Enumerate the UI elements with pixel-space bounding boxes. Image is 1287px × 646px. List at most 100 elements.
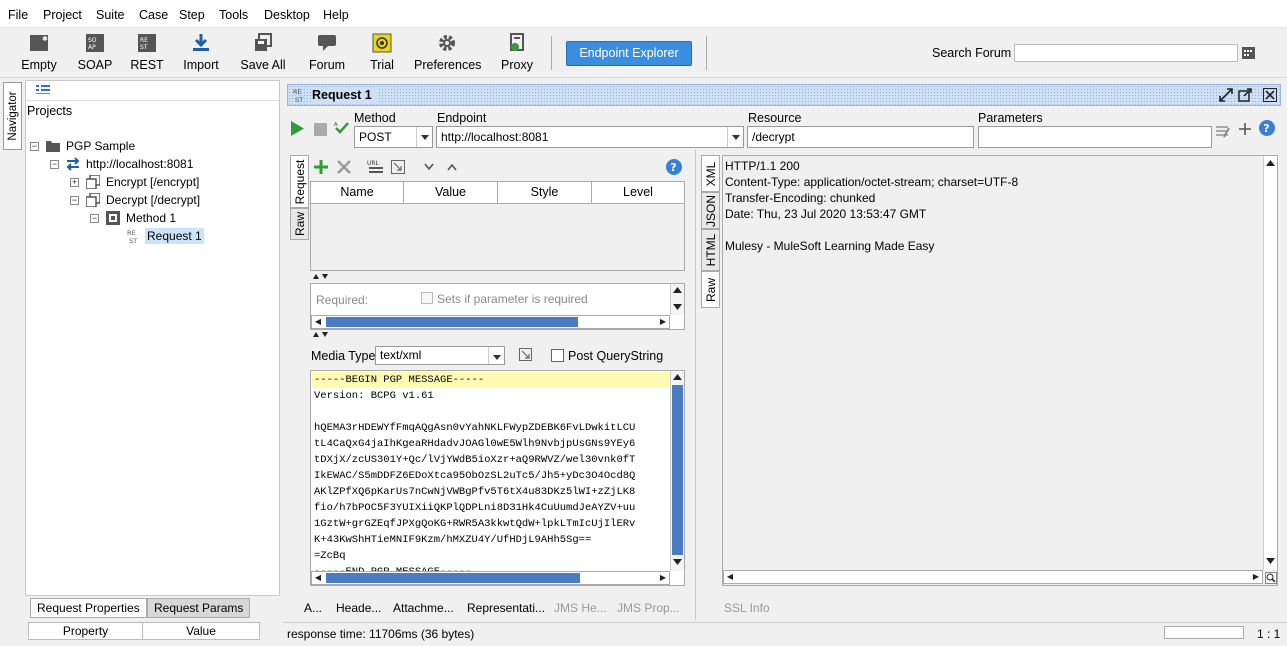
maximize-icon[interactable]: [1238, 88, 1252, 102]
soap-button[interactable]: SO AP SOAP: [74, 28, 116, 76]
pane-splitter[interactable]: [695, 150, 696, 620]
tab-auth[interactable]: A...: [304, 601, 322, 615]
level-column-header[interactable]: Level: [592, 182, 684, 204]
horizontal-scrollbar[interactable]: ◀ ▶: [311, 315, 670, 329]
help-icon[interactable]: ?: [665, 158, 683, 176]
endpoint-select[interactable]: http://localhost:8081: [436, 126, 744, 148]
scroll-left-icon[interactable]: ◀: [312, 572, 324, 584]
response-viewer[interactable]: HTTP/1.1 200 Content-Type: application/oc…: [722, 155, 1278, 586]
stop-icon[interactable]: [314, 123, 327, 136]
copy-params-icon[interactable]: [391, 160, 405, 174]
run-icon[interactable]: [291, 121, 304, 136]
post-querystring-label: Post QueryString: [568, 349, 664, 363]
scroll-left-icon[interactable]: ◀: [312, 316, 324, 328]
save-all-button[interactable]: Save All: [240, 28, 286, 76]
parameters-edit-icon[interactable]: [1216, 124, 1230, 138]
expand-toggle[interactable]: +: [70, 178, 79, 187]
tab-ssl-info[interactable]: SSL Info: [724, 601, 770, 615]
scroll-down-icon[interactable]: [673, 559, 682, 565]
forum-button[interactable]: Forum: [306, 28, 348, 76]
tab-jms-headers[interactable]: JMS He...: [554, 601, 607, 615]
vertical-scrollbar[interactable]: [670, 371, 684, 571]
resource-input[interactable]: /decrypt: [747, 126, 974, 148]
tab-attachments[interactable]: Attachme...: [393, 601, 454, 615]
value-column-header[interactable]: Value: [404, 182, 498, 204]
tab-request-params[interactable]: Request Params: [147, 598, 251, 618]
value-column-header[interactable]: Value: [142, 622, 260, 640]
scroll-up-icon[interactable]: [673, 374, 682, 380]
method-select[interactable]: POST: [354, 126, 433, 148]
tab-request-raw[interactable]: Raw: [290, 208, 309, 240]
add-parameter-icon[interactable]: [1238, 122, 1252, 136]
preferences-button[interactable]: Preferences: [414, 28, 481, 76]
move-up-icon[interactable]: [447, 163, 457, 171]
parameters-input[interactable]: [978, 126, 1212, 148]
empty-button[interactable]: ✱ Empty: [18, 28, 60, 76]
scroll-down-icon[interactable]: [673, 304, 682, 310]
collapse-toggle[interactable]: −: [30, 142, 39, 151]
format-icon[interactable]: [519, 348, 532, 361]
menu-file[interactable]: File: [8, 8, 28, 22]
search-calendar-icon[interactable]: [1242, 46, 1255, 59]
menu-help[interactable]: Help: [323, 8, 349, 22]
tab-jms-properties[interactable]: JMS Prop...: [617, 601, 680, 615]
proxy-button[interactable]: Proxy: [498, 28, 536, 76]
tab-request[interactable]: Request: [290, 155, 309, 208]
tab-representations[interactable]: Representati...: [467, 601, 545, 615]
menu-case[interactable]: Case: [139, 8, 168, 22]
scroll-right-icon[interactable]: ▶: [657, 572, 669, 584]
trial-button[interactable]: Trial: [364, 28, 400, 76]
scroll-right-icon[interactable]: ▶: [1250, 571, 1262, 583]
scroll-thumb[interactable]: [672, 385, 683, 555]
navigator-tab[interactable]: Navigator: [3, 82, 22, 150]
vertical-scrollbar[interactable]: [1263, 156, 1277, 570]
zoom-icon[interactable]: [1265, 572, 1277, 584]
move-down-icon[interactable]: [424, 163, 434, 171]
add-param-icon[interactable]: [314, 160, 328, 174]
tab-response-xml[interactable]: XML: [701, 155, 720, 192]
scroll-thumb[interactable]: [326, 317, 578, 327]
post-querystring-checkbox[interactable]: [551, 349, 564, 362]
list-view-icon[interactable]: [36, 84, 50, 96]
style-column-header[interactable]: Style: [498, 182, 592, 204]
scroll-right-icon[interactable]: ▶: [657, 316, 669, 328]
collapse-toggle[interactable]: −: [50, 160, 59, 169]
menu-desktop[interactable]: Desktop: [264, 8, 310, 22]
menu-step[interactable]: Step: [179, 8, 205, 22]
tab-response-raw[interactable]: Raw: [701, 271, 720, 308]
menu-tools[interactable]: Tools: [219, 8, 248, 22]
rest-button[interactable]: RE ST REST: [128, 28, 166, 76]
horizontal-scrollbar[interactable]: ◀ ▶: [311, 571, 670, 585]
splitter-arrows-icon[interactable]: [312, 330, 330, 339]
tab-response-html[interactable]: HTML: [701, 229, 720, 271]
menu-project[interactable]: Project: [43, 8, 82, 22]
name-column-header[interactable]: Name: [311, 182, 404, 204]
scroll-left-icon[interactable]: ◀: [724, 571, 736, 583]
vertical-scrollbar[interactable]: [670, 284, 684, 315]
tab-headers[interactable]: Heade...: [336, 601, 381, 615]
search-forum-input[interactable]: [1014, 44, 1238, 62]
endpoint-explorer-button[interactable]: Endpoint Explorer: [566, 41, 692, 66]
assertion-icon[interactable]: A: [334, 120, 350, 136]
collapse-toggle[interactable]: −: [90, 214, 99, 223]
collapse-toggle[interactable]: −: [70, 196, 79, 205]
url-params-icon[interactable]: URL: [366, 159, 384, 175]
import-button[interactable]: Import: [180, 28, 222, 76]
scroll-down-icon[interactable]: [1266, 558, 1275, 564]
menu-suite[interactable]: Suite: [96, 8, 125, 22]
media-type-select[interactable]: text/xml: [375, 346, 505, 365]
horizontal-scrollbar[interactable]: ◀ ▶: [723, 570, 1263, 584]
remove-param-icon[interactable]: [337, 160, 351, 174]
scroll-up-icon[interactable]: [1266, 160, 1275, 166]
splitter-arrows-icon[interactable]: [312, 272, 330, 281]
close-icon[interactable]: [1263, 88, 1277, 102]
tab-request-properties[interactable]: Request Properties: [30, 598, 147, 618]
scroll-thumb[interactable]: [326, 573, 580, 583]
detach-icon[interactable]: [1219, 88, 1233, 102]
required-checkbox[interactable]: [421, 292, 433, 304]
property-column-header[interactable]: Property: [28, 622, 143, 640]
request-body-editor[interactable]: -----BEGIN PGP MESSAGE----- Version: BCPG…: [310, 370, 685, 586]
help-icon[interactable]: ?: [1258, 119, 1276, 137]
tab-response-json[interactable]: JSON: [701, 192, 720, 229]
scroll-up-icon[interactable]: [673, 287, 682, 293]
